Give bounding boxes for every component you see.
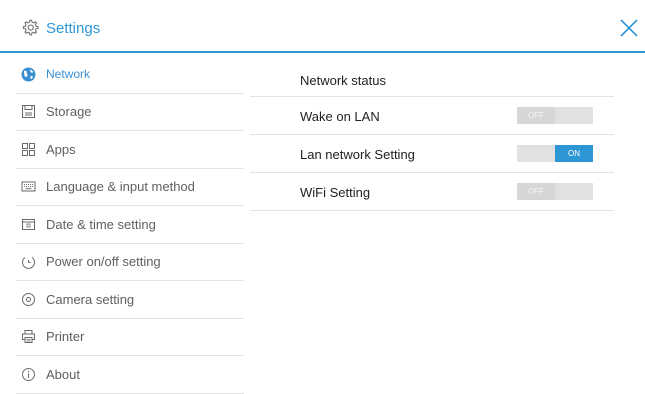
printer-icon — [20, 329, 36, 345]
sidebar-item-camera[interactable]: Camera setting — [16, 281, 244, 319]
camera-icon — [20, 291, 36, 307]
wifi-toggle[interactable]: OFF — [517, 183, 593, 200]
wake-on-lan-row: Wake on LAN OFF — [250, 97, 614, 135]
close-icon[interactable] — [618, 17, 640, 39]
wake-on-lan-toggle[interactable]: OFF — [517, 107, 593, 124]
sidebar-item-label: Power on/off setting — [46, 254, 161, 270]
power-icon — [20, 254, 36, 270]
wifi-setting-row: WiFi Setting OFF — [250, 173, 614, 211]
sidebar-item-printer[interactable]: Printer — [16, 319, 244, 356]
network-status-row[interactable]: Network status — [250, 59, 614, 97]
toggle-state: ON — [555, 145, 593, 162]
lan-network-toggle[interactable]: ON — [517, 145, 593, 162]
sidebar-item-network[interactable]: Network — [16, 56, 244, 94]
sidebar-item-storage[interactable]: Storage — [16, 94, 244, 131]
sidebar-item-label: About — [46, 366, 80, 382]
info-icon — [20, 366, 36, 382]
network-status-label: Network status — [300, 73, 386, 88]
settings-window: Settings Network Storage Apps Language &… — [0, 0, 645, 394]
sidebar-item-label: Date & time setting — [46, 216, 156, 232]
lan-network-setting-label: Lan network Setting — [300, 147, 415, 162]
sidebar-item-label: Apps — [46, 141, 76, 157]
sidebar-item-label: Camera setting — [46, 291, 135, 307]
gear-icon — [22, 19, 39, 36]
header-divider — [0, 51, 645, 53]
sidebar-item-power[interactable]: Power on/off setting — [16, 244, 244, 281]
sidebar-item-about[interactable]: About — [16, 356, 244, 394]
sidebar-item-label: Printer — [46, 329, 85, 345]
wake-on-lan-label: Wake on LAN — [300, 109, 380, 124]
wifi-setting-label: WiFi Setting — [300, 185, 371, 200]
sidebar-item-date-time[interactable]: Date & time setting — [16, 206, 244, 244]
sidebar-item-language[interactable]: Language & input method — [16, 169, 244, 206]
keyboard-icon — [20, 179, 36, 195]
toggle-state: OFF — [517, 183, 555, 200]
page-title: Settings — [46, 20, 101, 37]
calendar-icon — [20, 216, 36, 232]
sidebar: Network Storage Apps Language & input me… — [16, 56, 244, 394]
storage-icon — [20, 104, 36, 120]
sidebar-item-label: Storage — [46, 104, 92, 120]
sidebar-item-apps[interactable]: Apps — [16, 131, 244, 169]
globe-icon — [20, 66, 36, 82]
sidebar-item-label: Network — [46, 67, 91, 82]
apps-grid-icon — [20, 141, 36, 157]
network-settings-panel: Network status Wake on LAN OFF Lan netwo… — [250, 59, 614, 211]
header-bar: Settings — [0, 0, 645, 53]
lan-network-setting-row: Lan network Setting ON — [250, 135, 614, 173]
sidebar-item-label: Language & input method — [46, 179, 195, 195]
toggle-state: OFF — [517, 107, 555, 124]
